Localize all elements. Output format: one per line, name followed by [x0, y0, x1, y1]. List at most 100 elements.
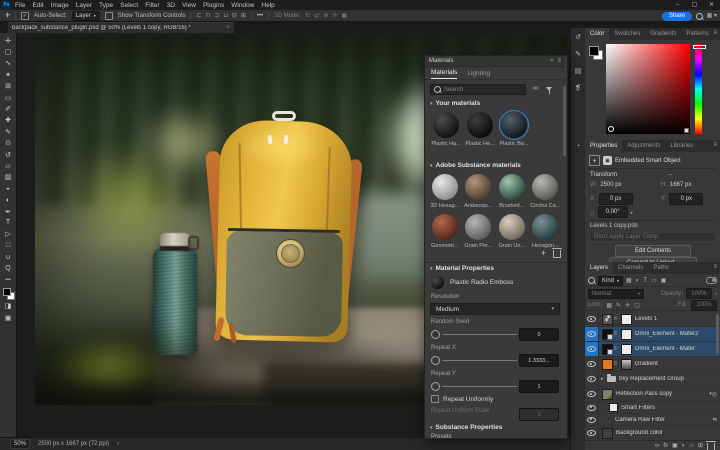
expand-caret-icon[interactable]: ▸: [601, 376, 604, 382]
menu-item[interactable]: Edit: [32, 2, 43, 9]
minimize-button[interactable]: –: [669, 0, 686, 10]
panel-tab[interactable]: Properties: [585, 140, 622, 152]
menu-item[interactable]: Type: [99, 2, 113, 9]
filter-smart-objects-icon[interactable]: ▣: [661, 277, 667, 284]
layer-row[interactable]: 8 Omni_Element - Mater: [585, 342, 720, 357]
delete-material-icon[interactable]: [553, 250, 561, 258]
menu-item[interactable]: File: [15, 2, 25, 9]
slider-knob[interactable]: [431, 330, 440, 339]
visibility-toggle[interactable]: [585, 372, 599, 386]
shape-tool-icon[interactable]: □: [1, 240, 16, 251]
panel-tab[interactable]: Channels: [613, 262, 648, 274]
healing-brush-tool-icon[interactable]: ✚: [1, 115, 16, 126]
auto-select-checkbox[interactable]: ✓: [21, 12, 29, 20]
link-layers-icon[interactable]: ∞: [655, 443, 659, 449]
roll-3d-icon[interactable]: ⇄: [314, 12, 319, 19]
close-button[interactable]: ✕: [703, 0, 720, 10]
frame-tool-icon[interactable]: ▭: [1, 92, 16, 103]
history-panel-icon[interactable]: ↺: [575, 33, 581, 41]
pen-tool-icon[interactable]: ✒: [1, 206, 16, 217]
visibility-toggle[interactable]: [585, 312, 599, 326]
align-left-icon[interactable]: ⊏: [196, 12, 201, 19]
eyedropper-tool-icon[interactable]: ✐: [1, 103, 16, 114]
layers-scrollbar[interactable]: [716, 314, 719, 354]
panel-tab[interactable]: Patterns: [681, 28, 713, 40]
share-button[interactable]: Share: [662, 12, 692, 21]
filter-pixel-layers-icon[interactable]: ▦: [626, 277, 632, 284]
brush-tool-icon[interactable]: ✎: [1, 126, 16, 137]
scale-3d-icon[interactable]: ▣: [341, 12, 347, 19]
filter-icon[interactable]: [546, 87, 552, 91]
hue-slider-marker[interactable]: [693, 45, 706, 49]
dodge-tool-icon[interactable]: ◐: [1, 194, 16, 205]
layer-effects-icon[interactable]: fx: [663, 443, 668, 449]
material-item[interactable]: Geometri...: [428, 214, 462, 249]
layer-mask-thumbnail[interactable]: [621, 359, 632, 370]
screen-mode-icon[interactable]: ▣: [1, 312, 16, 323]
foreground-background-swatches[interactable]: [589, 46, 603, 60]
substance-properties-section-header[interactable]: ▾Substance Properties: [430, 424, 502, 431]
menu-item[interactable]: Image: [51, 2, 69, 9]
layer-row[interactable]: ▞ 8 Levels 1: [585, 312, 720, 327]
filtering-toggle[interactable]: [706, 277, 717, 284]
material-item[interactable]: Brushed...: [495, 174, 529, 209]
path-selection-tool-icon[interactable]: ▷: [1, 229, 16, 240]
filter-mask-thumbnail[interactable]: [609, 403, 618, 412]
menu-item[interactable]: Layer: [76, 2, 92, 9]
close-tab-icon[interactable]: ×: [226, 25, 230, 31]
slider-track[interactable]: [442, 386, 517, 387]
maximize-button[interactable]: ▢: [686, 0, 703, 10]
eraser-tool-icon[interactable]: ▱: [1, 160, 16, 171]
material-item[interactable]: Arabesqu...: [462, 174, 496, 209]
random-seed-field[interactable]: 0: [519, 328, 559, 341]
smart-filters-row[interactable]: Smart Filters: [585, 402, 720, 414]
slider-knob[interactable]: [431, 356, 440, 365]
gradient-tool-icon[interactable]: ▨: [1, 172, 16, 183]
layer-thumbnail[interactable]: [602, 428, 613, 439]
edit-toolbar-icon[interactable]: •••: [1, 274, 16, 285]
add-material-icon[interactable]: +: [541, 249, 546, 257]
camera-raw-filter-row[interactable]: Camera Raw Filter ⇆: [585, 414, 720, 426]
panel-menu-icon[interactable]: ≡: [713, 264, 717, 270]
kind-dropdown[interactable]: Kind▾: [598, 276, 623, 286]
panel-tab[interactable]: Gradients: [645, 28, 681, 40]
hand-tool-icon[interactable]: ∪: [1, 251, 16, 262]
layer-mask-thumbnail[interactable]: [621, 329, 632, 340]
foreground-color-swatch[interactable]: [3, 288, 11, 296]
panel-tab[interactable]: Layers: [585, 262, 613, 274]
x-field[interactable]: 0 px: [599, 193, 633, 205]
menu-item[interactable]: Select: [120, 2, 138, 9]
panel-menu-icon[interactable]: ≡: [557, 58, 561, 64]
layer-thumbnail[interactable]: [602, 359, 613, 370]
layer-row[interactable]: 8 Gradient: [585, 357, 720, 372]
collapse-panel-ic on[interactable]: «: [550, 58, 553, 64]
marquee-tool-icon[interactable]: ▢: [1, 46, 16, 57]
visibility-toggle[interactable]: [585, 414, 599, 425]
angle-field[interactable]: 0.00°: [598, 206, 628, 218]
visibility-toggle[interactable]: [585, 327, 599, 341]
height-value[interactable]: 1667 px: [670, 182, 691, 188]
lasso-tool-icon[interactable]: ∿: [1, 58, 16, 69]
smart-object-thumbnail[interactable]: [602, 329, 613, 340]
status-chevron-icon[interactable]: ›: [117, 441, 119, 447]
layer-group-row[interactable]: ▸ Sky Replacement Group: [585, 372, 720, 387]
your-materials-section-header[interactable]: ▾Your materials: [430, 100, 480, 107]
material-item[interactable]: Plastic He...: [463, 112, 497, 147]
saturation-brightness-field[interactable]: [606, 44, 690, 134]
adobe-materials-section-header[interactable]: ▾Adobe Substance materials: [430, 162, 521, 169]
visibility-toggle[interactable]: [585, 342, 599, 356]
material-item[interactable]: Circles Ca...: [529, 174, 563, 209]
color-picker-marker[interactable]: [608, 126, 614, 132]
repeat-y-field[interactable]: 1: [519, 380, 559, 393]
smart-object-thumbnail[interactable]: [602, 344, 613, 355]
layer-row[interactable]: 8 Omni_Element - Mater2: [585, 327, 720, 342]
material-item[interactable]: Grain Per...: [462, 214, 496, 249]
new-group-icon[interactable]: ▱: [689, 442, 694, 449]
chevron-down-icon[interactable]: ▾: [631, 210, 633, 215]
menu-item[interactable]: Help: [261, 2, 274, 9]
show-transform-checkbox[interactable]: [105, 12, 113, 20]
foreground-color-swatch[interactable]: [589, 46, 599, 56]
type-tool-icon[interactable]: T: [1, 217, 16, 228]
menu-item[interactable]: Filter: [145, 2, 159, 9]
materials-scrollbar[interactable]: [563, 86, 566, 156]
